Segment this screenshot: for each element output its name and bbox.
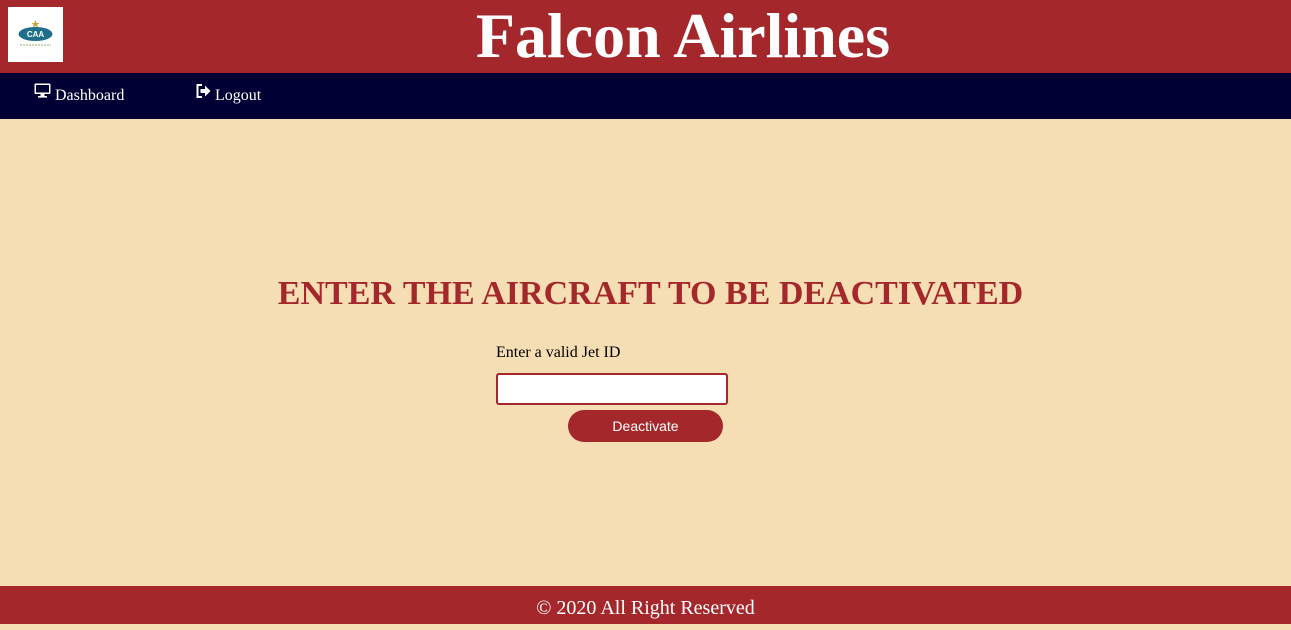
monitor-icon (34, 71, 51, 117)
deactivate-button[interactable]: Deactivate (568, 410, 723, 442)
page-heading: ENTER THE AIRCRAFT TO BE DEACTIVATED (277, 275, 1024, 312)
jet-id-label: Enter a valid Jet ID (496, 344, 621, 361)
site-title: Falcon Airlines (475, 0, 891, 71)
nav-logout-label: Logout (215, 87, 262, 104)
nav-dashboard-label: Dashboard (55, 87, 125, 104)
footer: © 2020 All Right Reserved (0, 586, 1291, 624)
nav-logout-link[interactable]: Logout (196, 73, 261, 119)
jet-id-input[interactable] (496, 373, 728, 405)
nav-dashboard-link[interactable]: Dashboard (34, 73, 124, 119)
header-bar: CAA Falcon Airlines (0, 0, 1291, 73)
nav-bar: Dashboard Logout (0, 73, 1291, 119)
footer-copyright: © 2020 All Right Reserved (536, 597, 755, 619)
sign-out-icon (196, 71, 211, 117)
